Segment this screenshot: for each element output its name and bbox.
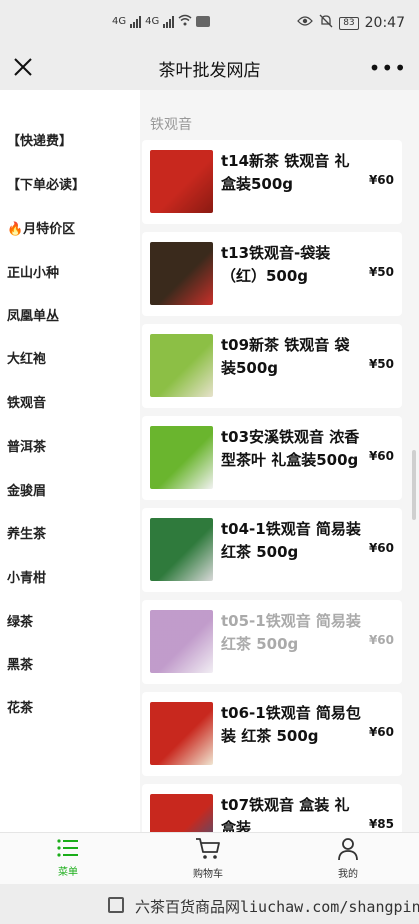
network-type-1: 4G	[112, 16, 127, 27]
user-icon	[338, 838, 358, 861]
sidebar-item-lapsang[interactable]: 正山小种	[7, 262, 59, 281]
clock: 20:47	[364, 15, 405, 31]
wifi-icon	[178, 14, 192, 29]
product-name: t05-1铁观音 简易装 红茶 500g	[221, 612, 361, 653]
tab-menu-label: 菜单	[58, 867, 78, 878]
app-notification-icon	[196, 16, 211, 27]
signal-icon	[163, 15, 175, 28]
status-right: 83 20:47	[297, 14, 405, 32]
product-price: ¥60	[368, 633, 394, 647]
product-name: t04-1铁观音 简易装 红茶 500g	[221, 520, 361, 561]
product-image	[150, 702, 213, 765]
sidebar-item-green-tea[interactable]: 绿茶	[7, 611, 33, 630]
tab-profile[interactable]: 我的	[308, 837, 388, 880]
battery-icon: 83	[339, 16, 359, 30]
sidebar-item-order-notice[interactable]: 【下单必读】	[7, 174, 85, 193]
product-price: ¥85	[368, 817, 394, 831]
product-card[interactable]: t14新茶 铁观音 礼盒装500g ¥60	[142, 140, 402, 224]
product-card[interactable]: t03安溪铁观音 浓香型茶叶 礼盒装500g ¥60	[142, 416, 402, 500]
product-card[interactable]: t09新茶 铁观音 袋装500g ¥50	[142, 324, 402, 408]
system-navigation-bar: 六茶百货商品网liuchaw.com/shangpin	[0, 884, 419, 924]
tab-cart[interactable]: 购物车	[168, 837, 248, 880]
product-card[interactable]: t06-1铁观音 简易包装 红茶 500g ¥60	[142, 692, 402, 776]
product-image	[150, 426, 213, 489]
product-card[interactable]: t07铁观音 盒装 礼盒装 ¥85	[142, 784, 402, 832]
eye-icon	[297, 15, 314, 31]
menu-icon	[57, 839, 78, 857]
product-card[interactable]: t13铁观音-袋装（红）500g ¥50	[142, 232, 402, 316]
product-name: t07铁观音 盒装 礼盒装	[221, 796, 350, 832]
tab-profile-label: 我的	[338, 869, 358, 880]
product-name: t03安溪铁观音 浓香型茶叶 礼盒装500g	[221, 428, 360, 469]
sidebar-item-puer[interactable]: 普洱茶	[7, 436, 46, 455]
tab-bar: 菜单 购物车 我的	[0, 832, 419, 884]
page-title: 茶叶批发网店	[158, 61, 261, 81]
product-image	[150, 794, 213, 832]
product-name: t09新茶 铁观音 袋装500g	[221, 336, 350, 377]
product-card[interactable]: t05-1铁观音 简易装 红茶 500g ¥60	[142, 600, 402, 684]
product-price: ¥50	[368, 357, 394, 371]
sidebar-item-tieguanyin[interactable]: 铁观音	[7, 392, 46, 411]
sidebar-item-da-hong-pao[interactable]: 大红袍	[7, 348, 46, 367]
status-bar: 4G 4G 83 20:47	[0, 0, 419, 46]
sidebar-item-phoenix-dancong[interactable]: 凤凰单丛	[7, 305, 59, 324]
product-image	[150, 334, 213, 397]
sidebar-item-dark-tea[interactable]: 黑茶	[7, 654, 33, 673]
category-sidebar: 【快递费】 【下单必读】 🔥月特价区 正山小种 凤凰单丛 大红袍 铁观音 普洱茶…	[0, 90, 140, 832]
product-image	[150, 610, 213, 673]
product-price: ¥60	[368, 541, 394, 555]
signal-icon	[130, 15, 142, 28]
cart-icon	[196, 838, 220, 859]
sidebar-item-health-tea[interactable]: 养生茶	[7, 523, 46, 542]
sidebar-item-monthly-specials[interactable]: 🔥月特价区	[7, 218, 75, 237]
product-image	[150, 518, 213, 581]
section-title: 铁观音	[150, 117, 192, 133]
product-price: ¥60	[368, 725, 394, 739]
product-price: ¥50	[368, 265, 394, 279]
product-price: ¥60	[368, 173, 394, 187]
mute-bell-icon	[319, 14, 333, 32]
network-type-2: 4G	[145, 16, 160, 27]
product-name: t14新茶 铁观音 礼盒装500g	[221, 152, 350, 193]
sidebar-item-jinjunmei[interactable]: 金骏眉	[7, 480, 46, 499]
tab-menu[interactable]: 菜单	[28, 837, 108, 878]
sidebar-item-xiaoqinggan[interactable]: 小青柑	[7, 567, 46, 586]
tab-cart-label: 购物车	[193, 869, 223, 880]
watermark-text: 六茶百货商品网liuchaw.com/shangpin	[135, 898, 419, 916]
product-card[interactable]: t04-1铁观音 简易装 红茶 500g ¥60	[142, 508, 402, 592]
recent-apps-icon[interactable]	[108, 897, 124, 913]
product-price: ¥60	[368, 449, 394, 463]
product-name: t06-1铁观音 简易包装 红茶 500g	[221, 704, 361, 745]
navigation-bar: 茶叶批发网店 •••	[0, 46, 419, 90]
sidebar-item-shipping-fee[interactable]: 【快递费】	[7, 130, 72, 149]
more-options-icon[interactable]: •••	[369, 56, 407, 80]
product-image	[150, 150, 213, 213]
product-name: t13铁观音-袋装（红）500g	[221, 244, 331, 285]
sidebar-item-flower-tea[interactable]: 花茶	[7, 697, 33, 716]
scrollbar[interactable]	[412, 450, 416, 520]
network-indicators: 4G 4G	[112, 14, 211, 29]
product-list: 铁观音 t14新茶 铁观音 礼盒装500g ¥60 t13铁观音-袋装（红）50…	[140, 90, 419, 832]
product-image	[150, 242, 213, 305]
